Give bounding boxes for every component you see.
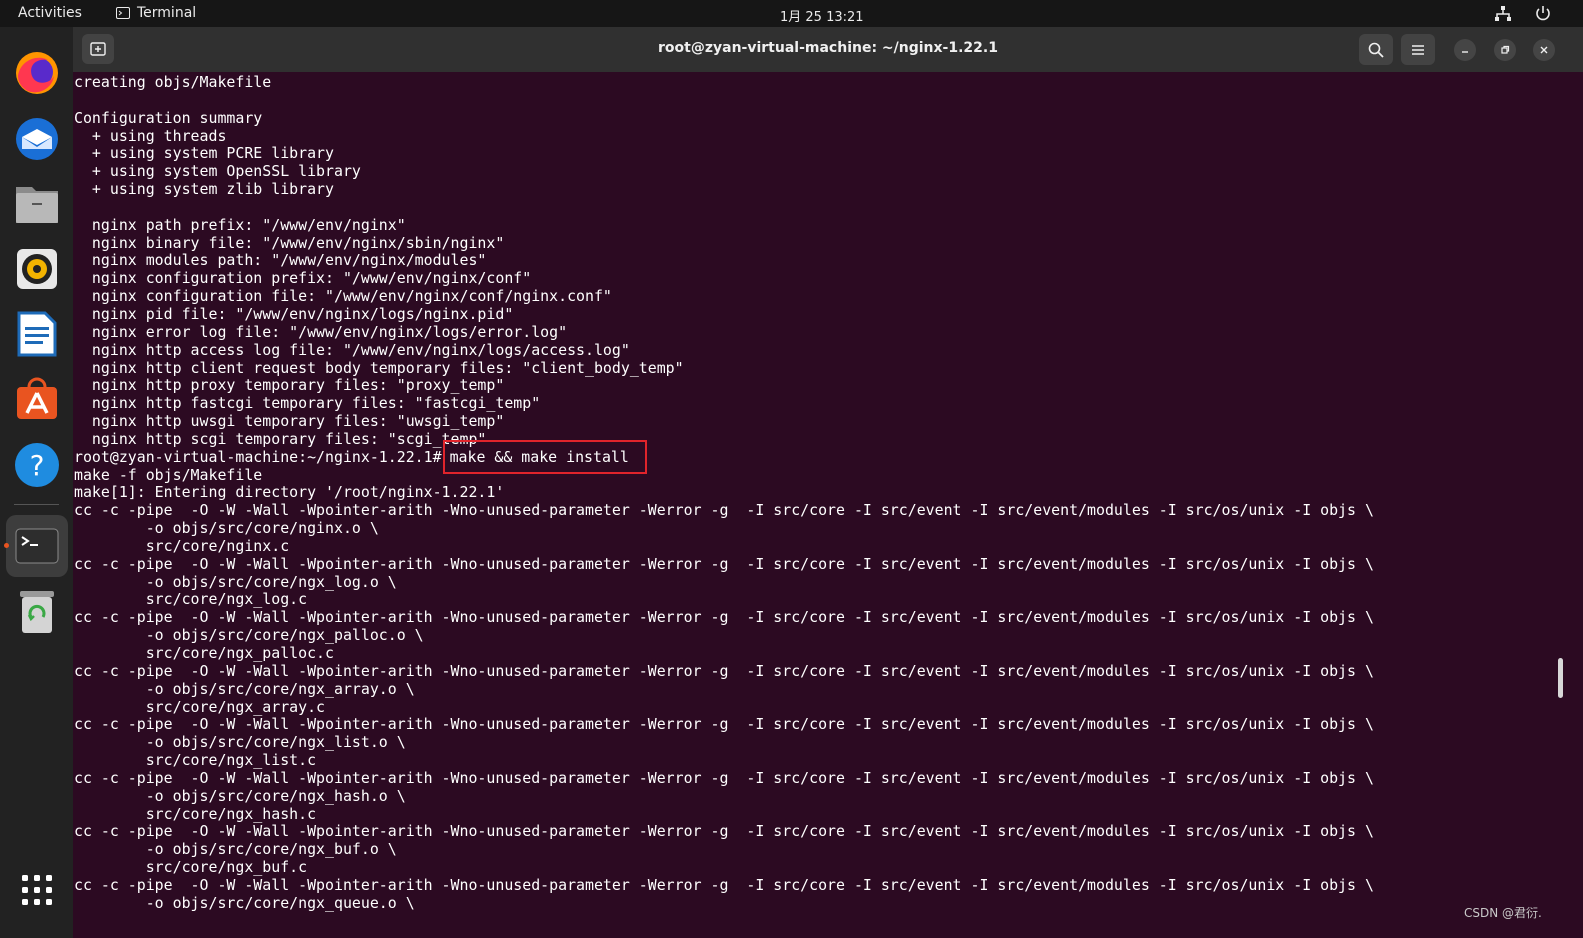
close-icon <box>1540 46 1548 54</box>
firefox-icon <box>15 51 58 94</box>
dock-writer[interactable] <box>9 306 64 361</box>
app-name: Terminal <box>137 5 197 21</box>
hamburger-menu-icon <box>1412 44 1424 55</box>
thunderbird-icon <box>15 117 58 160</box>
help-icon: ? <box>14 442 59 487</box>
dock-help[interactable]: ? <box>9 437 64 492</box>
network-icon[interactable] <box>1494 5 1512 23</box>
restore-icon <box>1501 45 1510 54</box>
rhythmbox-icon <box>16 248 57 289</box>
highlighted-command: make && make install <box>442 439 647 474</box>
dock-software[interactable] <box>9 371 64 426</box>
build-output: make -f objs/Makefile make[1]: Entering … <box>74 465 1374 912</box>
apps-grid-icon <box>21 874 52 905</box>
search-icon <box>1368 42 1384 58</box>
terminal-icon <box>15 528 59 564</box>
window-header: root@zyan-virtual-machine: ~/nginx-1.22.… <box>73 27 1583 72</box>
menu-button[interactable] <box>1401 34 1435 65</box>
software-icon <box>16 377 57 419</box>
clock[interactable]: 1月 25 13:21 <box>780 6 864 25</box>
trash-icon <box>19 590 54 633</box>
dock-firefox[interactable] <box>9 45 64 100</box>
close-button[interactable] <box>1533 39 1555 61</box>
terminal-output[interactable]: creating objs/Makefile Configuration sum… <box>73 72 1559 938</box>
scrollbar-thumb[interactable] <box>1558 658 1563 698</box>
activities-button[interactable]: Activities <box>18 5 82 21</box>
dock-files[interactable] <box>9 176 64 231</box>
terminal-text: creating objs/Makefile Configuration sum… <box>73 72 1559 913</box>
configure-output: creating objs/Makefile Configuration sum… <box>74 73 684 448</box>
top-bar: Activities Terminal 1月 25 13:21 <box>0 0 1583 27</box>
writer-icon <box>17 311 56 356</box>
dock: ? <box>0 27 73 938</box>
watermark: CSDN @君衍. <box>1464 906 1542 920</box>
dock-thunderbird[interactable] <box>9 110 64 165</box>
maximize-button[interactable] <box>1494 39 1516 61</box>
dock-trash[interactable] <box>9 584 64 639</box>
power-icon[interactable] <box>1534 4 1552 22</box>
shell-prompt: root@zyan-virtual-machine:~/nginx-1.22.1… <box>74 447 442 466</box>
svg-text:?: ? <box>29 449 44 482</box>
app-menu[interactable]: Terminal <box>116 5 196 21</box>
search-button[interactable] <box>1359 34 1393 65</box>
minimize-button[interactable] <box>1454 39 1476 61</box>
dock-show-apps[interactable] <box>9 862 64 917</box>
dock-rhythmbox[interactable] <box>9 241 64 296</box>
files-icon <box>15 186 58 223</box>
window-title: root@zyan-virtual-machine: ~/nginx-1.22.… <box>658 40 998 56</box>
running-indicator <box>4 543 9 548</box>
terminal-app-icon <box>116 7 130 19</box>
minimize-icon <box>1462 51 1468 53</box>
dock-terminal[interactable] <box>6 515 68 577</box>
